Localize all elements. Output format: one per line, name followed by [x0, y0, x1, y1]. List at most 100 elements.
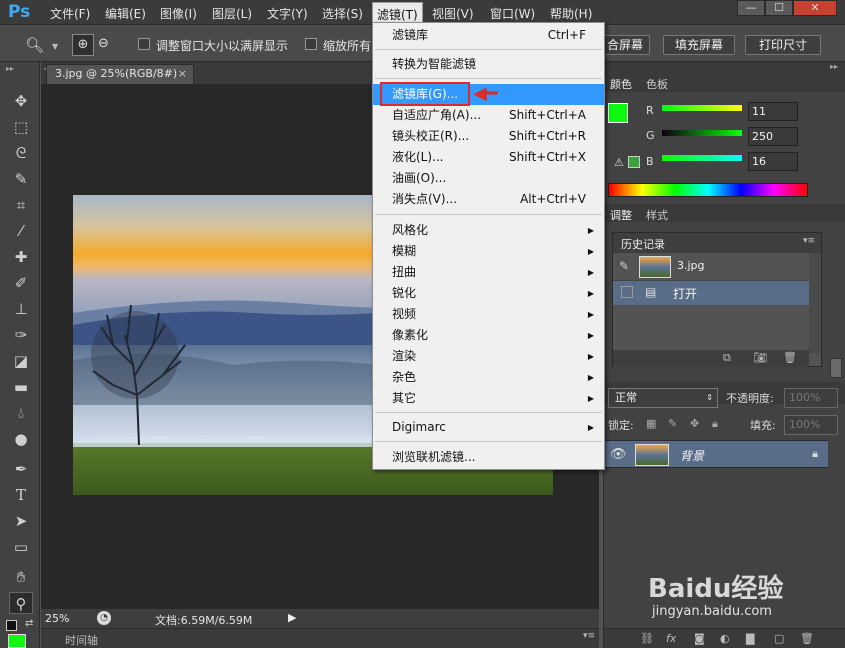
gradient-tool-icon[interactable]: ▬: [9, 376, 33, 398]
new-layer-icon[interactable]: ▢: [774, 632, 784, 645]
menu-item-digimarc[interactable]: Digimarc ▶: [373, 417, 604, 438]
document-tab[interactable]: 3.jpg @ 25%(RGB/8#) ×: [46, 64, 194, 84]
lock-image-icon[interactable]: ✎: [668, 417, 677, 430]
marquee-tool-icon[interactable]: ⬚: [9, 116, 33, 138]
menu-file[interactable]: 文件(F): [50, 5, 90, 22]
pen-tool-icon[interactable]: ✒: [9, 458, 33, 480]
collapse-toolbar-icon[interactable]: ▸▸: [6, 64, 14, 73]
rectangle-tool-icon[interactable]: ▭: [9, 536, 33, 558]
g-slider[interactable]: [662, 130, 742, 136]
blend-mode-select[interactable]: 正常 ⇕: [608, 388, 718, 408]
layer-row[interactable]: 👁︎ 背景 🔒︎: [604, 440, 828, 468]
minimize-button[interactable]: —: [737, 0, 765, 16]
maximize-button[interactable]: ☐: [765, 0, 793, 16]
dodge-tool-icon[interactable]: ●: [9, 428, 33, 450]
foreground-color-swatch[interactable]: [8, 634, 26, 648]
r-slider[interactable]: [662, 105, 742, 111]
menu-item-sharpen[interactable]: 锐化 ▶: [373, 283, 604, 304]
lasso-tool-icon[interactable]: ᘓ: [9, 142, 33, 164]
tab-adjustments[interactable]: 调整: [610, 207, 632, 223]
brush-tool-icon[interactable]: ✐: [9, 272, 33, 294]
status-info-icon[interactable]: ◔: [97, 611, 111, 625]
fill-field[interactable]: 100%: [784, 415, 838, 435]
menu-item-blur[interactable]: 模糊 ▶: [373, 241, 604, 262]
menu-item-liquify[interactable]: 液化(L)... Shift+Ctrl+X: [373, 147, 604, 168]
new-snapshot-icon[interactable]: 📷︎: [753, 351, 767, 364]
tab-color[interactable]: 颜色: [610, 76, 632, 92]
delete-state-icon[interactable]: 🗑︎: [783, 351, 797, 364]
color-foreground-swatch[interactable]: [608, 103, 628, 123]
blur-tool-icon[interactable]: 💧︎: [9, 402, 33, 424]
lock-all-icon[interactable]: 🔒︎: [712, 417, 718, 431]
history-step-checkbox[interactable]: [621, 286, 633, 298]
layer-visibility-icon[interactable]: 👁︎: [610, 447, 627, 462]
out-of-gamut-warning-icon[interactable]: ⚠: [614, 156, 624, 169]
quick-select-tool-icon[interactable]: ✎: [9, 168, 33, 190]
zoom-all-checkbox[interactable]: [305, 38, 317, 50]
menu-item-pixelate[interactable]: 像素化 ▶: [373, 325, 604, 346]
tab-styles[interactable]: 样式: [646, 207, 668, 223]
menu-item-filter-gallery-last[interactable]: 滤镜库 Ctrl+F: [373, 25, 604, 46]
layer-name[interactable]: 背景: [680, 447, 704, 464]
history-step-row[interactable]: ▤ 打开: [613, 281, 809, 305]
crop-tool-icon[interactable]: ⌗: [9, 194, 33, 216]
menu-window[interactable]: 窗口(W): [490, 5, 535, 22]
history-panel-title[interactable]: 历史记录: [621, 236, 665, 252]
fill-screen-button[interactable]: 填充屏幕: [663, 35, 735, 55]
zoom-in-icon[interactable]: ⊕: [72, 34, 94, 56]
zoom-tool-icon[interactable]: ⚲: [9, 592, 33, 614]
layer-style-icon[interactable]: fx: [666, 632, 676, 645]
clone-stamp-tool-icon[interactable]: ⊥: [9, 298, 33, 320]
gamut-color-swatch[interactable]: [628, 156, 640, 168]
menu-edit[interactable]: 编辑(E): [105, 5, 146, 22]
history-scrollbar[interactable]: [809, 253, 821, 353]
menu-item-vanishing-point[interactable]: 消失点(V)... Alt+Ctrl+V: [373, 189, 604, 210]
link-layers-icon[interactable]: ⛓: [640, 632, 654, 645]
history-panel-menu-icon[interactable]: ▾≡: [803, 236, 815, 246]
new-group-icon[interactable]: ▇: [746, 632, 754, 645]
add-mask-icon[interactable]: ◙: [694, 632, 705, 645]
zoom-tool-icon[interactable]: 🔍︎: [25, 36, 44, 54]
swap-colors-icon[interactable]: ⇄: [25, 618, 33, 629]
lock-transparent-icon[interactable]: ▦: [646, 417, 656, 430]
resize-windows-checkbox[interactable]: [138, 38, 150, 50]
b-value-field[interactable]: 16: [748, 152, 798, 171]
print-size-button[interactable]: 打印尺寸: [745, 35, 821, 55]
menu-item-distort[interactable]: 扭曲 ▶: [373, 262, 604, 283]
menu-type[interactable]: 文字(Y): [267, 5, 308, 22]
menu-item-browse-filters-online[interactable]: 浏览联机滤镜...: [373, 447, 604, 468]
lock-position-icon[interactable]: ✥: [690, 417, 699, 430]
status-menu-arrow-icon[interactable]: ▶: [288, 611, 296, 624]
eyedropper-tool-icon[interactable]: ⁄: [9, 220, 33, 242]
menu-item-lens-correction[interactable]: 镜头校正(R)... Shift+Ctrl+R: [373, 126, 604, 147]
layers-scrollbar[interactable]: [830, 358, 842, 378]
history-snapshot-row[interactable]: ✎ 3.jpg: [613, 253, 809, 281]
tab-swatches[interactable]: 色板: [646, 76, 668, 92]
delete-layer-icon[interactable]: 🗑︎: [800, 632, 814, 645]
path-select-tool-icon[interactable]: ➤: [9, 510, 33, 532]
timeline-panel-tab[interactable]: 时间轴 ▾≡: [41, 628, 599, 648]
healing-brush-tool-icon[interactable]: ✚: [9, 246, 33, 268]
menu-item-noise[interactable]: 杂色 ▶: [373, 367, 604, 388]
b-slider[interactable]: [662, 155, 742, 161]
eraser-tool-icon[interactable]: ◪: [9, 350, 33, 372]
new-document-from-state-icon[interactable]: ⧉: [723, 351, 731, 365]
fit-screen-button[interactable]: 合屏幕: [600, 35, 650, 55]
color-spectrum-bar[interactable]: [608, 183, 808, 197]
g-value-field[interactable]: 250: [748, 127, 798, 146]
adjustment-layer-icon[interactable]: ◐: [720, 632, 730, 645]
r-value-field[interactable]: 11: [748, 102, 798, 121]
menu-item-oil-paint[interactable]: 油画(O)...: [373, 168, 604, 189]
menu-item-other[interactable]: 其它 ▶: [373, 388, 604, 409]
menu-layer[interactable]: 图层(L): [212, 5, 252, 22]
history-brush-tool-icon[interactable]: ✑: [9, 324, 33, 346]
type-tool-icon[interactable]: T: [9, 484, 33, 506]
menu-select[interactable]: 选择(S): [322, 5, 363, 22]
menu-view[interactable]: 视图(V): [432, 5, 474, 22]
default-colors-icon[interactable]: [6, 620, 17, 631]
close-button[interactable]: ✕: [793, 0, 837, 16]
menu-help[interactable]: 帮助(H): [550, 5, 592, 22]
opacity-field[interactable]: 100%: [784, 388, 838, 408]
tool-preset-chevron-icon[interactable]: ▼: [52, 42, 58, 51]
menu-item-stylize[interactable]: 风格化 ▶: [373, 220, 604, 241]
